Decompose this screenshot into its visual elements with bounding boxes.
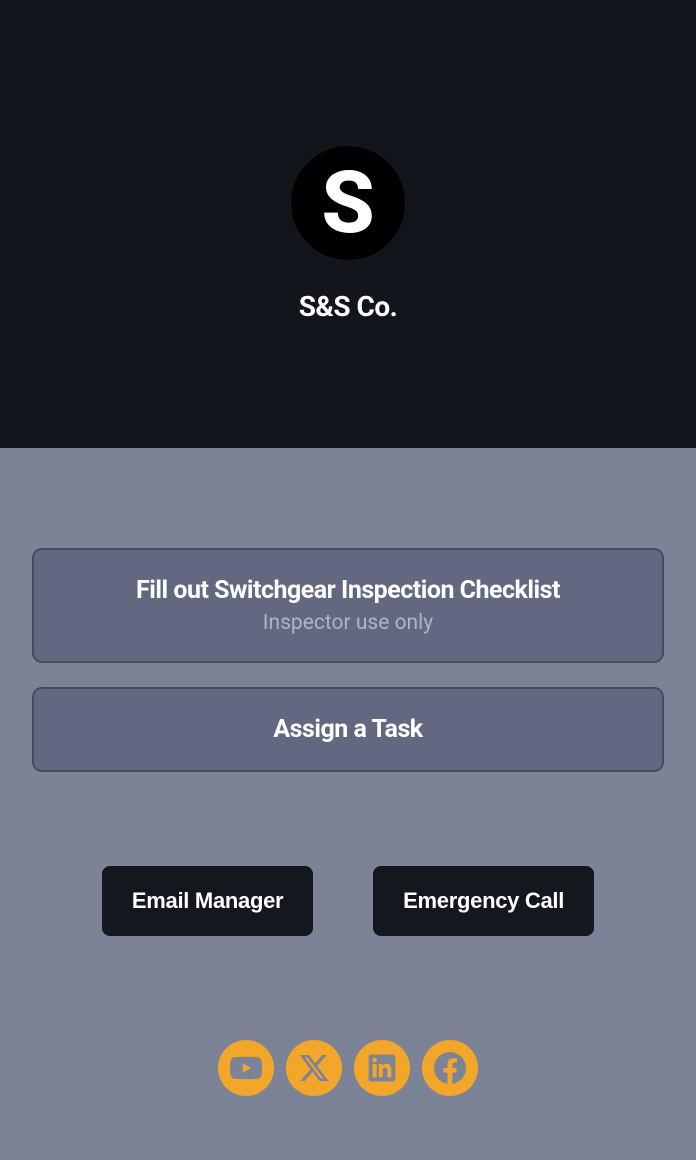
company-name: S&S Co. xyxy=(299,290,398,323)
facebook-icon[interactable] xyxy=(422,1040,478,1096)
assign-task-button-title: Assign a Task xyxy=(54,715,642,744)
header-section: S S&S Co. xyxy=(0,0,696,448)
social-icons-row xyxy=(32,1040,664,1120)
logo-letter: S xyxy=(321,160,374,246)
youtube-icon[interactable] xyxy=(218,1040,274,1096)
email-manager-button[interactable]: Email Manager xyxy=(102,866,313,936)
assign-task-button[interactable]: Assign a Task xyxy=(32,687,664,772)
x-twitter-icon[interactable] xyxy=(286,1040,342,1096)
linkedin-icon[interactable] xyxy=(354,1040,410,1096)
company-logo: S xyxy=(291,146,405,260)
checklist-button-subtitle: Inspector use only xyxy=(54,611,642,635)
checklist-button[interactable]: Fill out Switchgear Inspection Checklist… xyxy=(32,548,664,663)
main-section: Fill out Switchgear Inspection Checklist… xyxy=(0,448,696,1160)
checklist-button-title: Fill out Switchgear Inspection Checklist xyxy=(54,576,642,605)
emergency-call-button[interactable]: Emergency Call xyxy=(373,866,594,936)
action-button-row: Email Manager Emergency Call xyxy=(32,866,664,936)
